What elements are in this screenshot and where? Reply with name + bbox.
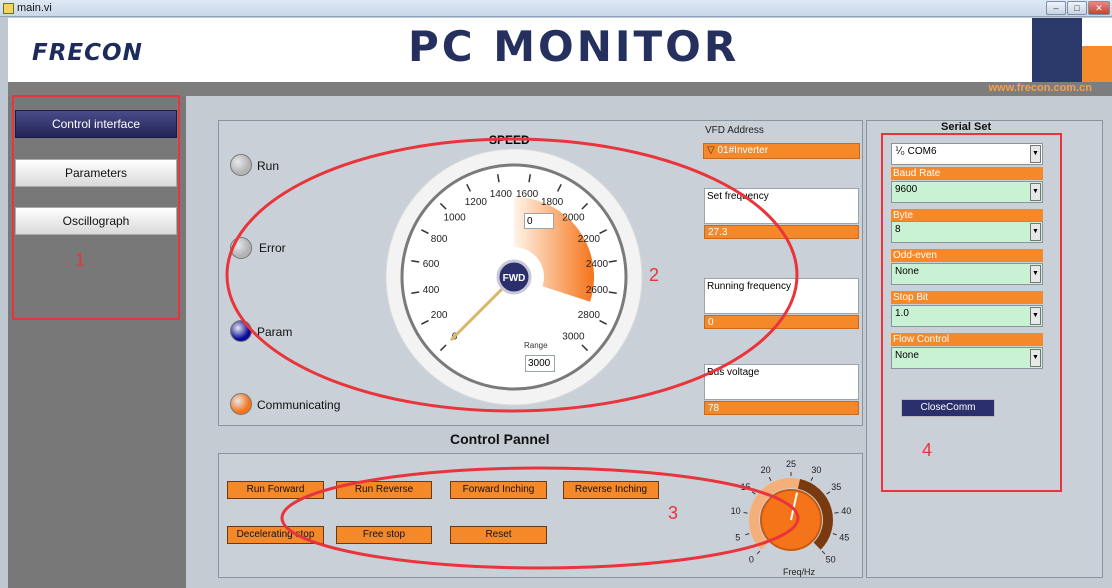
url-bar: www.frecon.com.cn <box>8 82 1112 96</box>
gauge-title: SPEED <box>489 133 530 147</box>
gauge-tick-label: 2200 <box>578 234 601 245</box>
minimize-button[interactable]: – <box>1046 1 1066 15</box>
gauge-tick-label: 1400 <box>490 189 513 200</box>
gauge-tick-label: 400 <box>423 285 440 296</box>
gauge-tick-label: 2000 <box>562 213 585 224</box>
communicating-indicator <box>230 393 252 415</box>
brand-logo: FRECON <box>32 40 143 66</box>
website-url: www.frecon.com.cn <box>988 82 1092 94</box>
knob-tick <box>751 491 756 495</box>
run-reverse-button[interactable]: Run Reverse <box>336 481 432 499</box>
gauge-tick-label: 3000 <box>562 331 585 342</box>
free-stop-button[interactable]: Free stop <box>336 526 432 544</box>
annotation-box-4 <box>881 133 1062 492</box>
app-header: FRECON PC MONITOR <box>8 18 1112 82</box>
gauge-tick-label: 1000 <box>443 213 466 224</box>
gauge-tick-label: 1600 <box>516 189 539 200</box>
knob-tick-label: 35 <box>831 482 841 492</box>
annotation-number-3: 3 <box>668 503 679 523</box>
decelerating-stop-button[interactable]: Decelerating stop <box>227 526 324 544</box>
app-icon <box>3 3 14 14</box>
vfd-address-field[interactable]: ▽ 01#Inverter <box>703 143 860 159</box>
dropdown-triangle-icon: ▽ <box>707 145 715 156</box>
running-frequency-value: 0 <box>704 315 859 329</box>
gauge-tick-label: 800 <box>431 234 448 245</box>
set-frequency-value[interactable]: 27.3 <box>704 225 859 239</box>
communicating-indicator-label: Communicating <box>257 398 341 412</box>
gauge-tick-label: 200 <box>431 310 448 321</box>
knob-tick-label: 0 <box>749 555 754 565</box>
serial-set-title: Serial Set <box>941 121 992 133</box>
running-frequency-label: Running frequency <box>704 278 859 314</box>
maximize-button[interactable]: □ <box>1067 1 1087 15</box>
knob-tick <box>756 550 761 555</box>
gauge-tick-label: 2400 <box>586 259 609 270</box>
gauge-range-input[interactable]: 3000 <box>525 355 555 372</box>
window-titlebar: main.vi – □ ✕ <box>0 0 1112 17</box>
set-frequency-label: Set frequency <box>704 188 859 224</box>
header-decoration-navy <box>1032 18 1082 82</box>
knob-tick-label: 15 <box>741 482 751 492</box>
knob-tick <box>832 533 837 536</box>
knob-tick <box>826 491 831 495</box>
knob-tick <box>821 550 826 555</box>
control-panel: Run Forward Run Reverse Forward Inching … <box>218 453 863 578</box>
run-indicator <box>230 154 252 176</box>
bus-voltage-value: 78 <box>704 401 859 415</box>
gauge-digital-readout[interactable]: 0 <box>524 213 554 229</box>
reset-button[interactable]: Reset <box>450 526 547 544</box>
knob-tick <box>810 477 814 482</box>
knob-tick-label: 25 <box>786 459 796 469</box>
gauge-tick-label: 2800 <box>578 310 601 321</box>
param-indicator <box>230 320 252 342</box>
knob-tick-label: 40 <box>841 506 851 516</box>
param-indicator-label: Param <box>257 325 293 339</box>
frequency-knob[interactable]: 0 5 10 15 20 25 30 35 40 45 50 Freq/Hz <box>727 454 857 579</box>
vfd-address-label: VFD Address <box>705 125 764 136</box>
speed-gauge: 0 200 400 600 800 1000 1200140016001800 2000 220… <box>385 149 643 406</box>
error-indicator <box>230 237 252 259</box>
knob-tick-label: 5 <box>735 532 740 542</box>
knob-tick-label: 45 <box>839 532 849 542</box>
knob-tick <box>743 511 748 514</box>
speed-panel: Run Error Param Communicating SPEED 0200… <box>218 120 863 426</box>
gauge-direction-label: FWD <box>503 273 526 284</box>
forward-inching-button[interactable]: Forward Inching <box>450 481 547 499</box>
knob-tick-label: 50 <box>826 555 836 565</box>
annotation-number-1: 1 <box>75 250 86 270</box>
knob-tick-label: 10 <box>731 506 741 516</box>
knob-tick <box>745 533 750 536</box>
reverse-inching-button[interactable]: Reverse Inching <box>563 481 659 499</box>
error-indicator-label: Error <box>259 241 286 255</box>
knob-tick-label: 20 <box>761 465 771 475</box>
close-window-button[interactable]: ✕ <box>1088 1 1110 15</box>
knob-unit-label: Freq/Hz <box>783 567 816 577</box>
annotation-number-2: 2 <box>649 265 660 285</box>
run-forward-button[interactable]: Run Forward <box>227 481 324 499</box>
vfd-address-value: 01#Inverter <box>717 145 769 156</box>
knob-tick <box>768 477 772 482</box>
annotation-box-1 <box>12 95 180 320</box>
control-panel-title: Control Pannel <box>450 431 550 447</box>
gauge-tick-label: 2600 <box>586 285 609 296</box>
gauge-range-label: Range <box>524 341 548 350</box>
annotation-number-4: 4 <box>922 440 933 460</box>
gauge-tick-label: 1800 <box>541 197 564 208</box>
run-indicator-label: Run <box>257 159 280 173</box>
knob-tick-label: 30 <box>811 465 821 475</box>
knob-tick <box>834 511 839 514</box>
gauge-tick-label: 600 <box>423 259 440 270</box>
gauge-tick-label: 1200 <box>465 197 488 208</box>
header-decoration-orange <box>1082 46 1112 82</box>
window-title: main.vi <box>17 2 52 14</box>
bus-voltage-label: Bus voltage <box>704 364 859 400</box>
page-title: PC MONITOR <box>408 22 740 71</box>
